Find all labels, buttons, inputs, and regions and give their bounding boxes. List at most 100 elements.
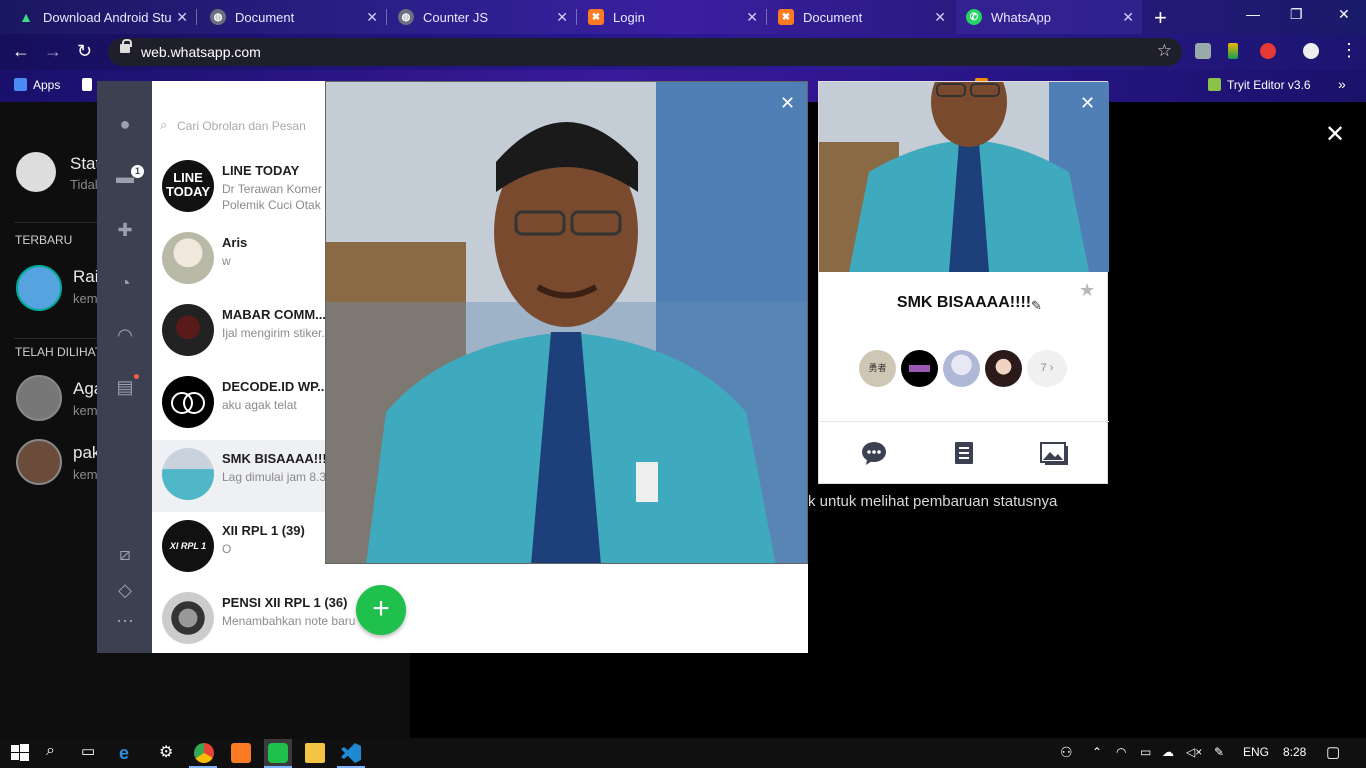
forward-icon[interactable]: →: [44, 41, 62, 62]
extension-icon[interactable]: [1228, 43, 1238, 59]
adblock-extension-icon[interactable]: [1260, 43, 1276, 59]
notification-dot: [134, 374, 139, 379]
camera-extension-icon[interactable]: [1195, 43, 1211, 59]
battery-icon[interactable]: ▭: [1140, 745, 1151, 759]
edge-icon[interactable]: e: [119, 743, 139, 763]
status-name[interactable]: Rai: [73, 267, 99, 287]
chat-name: PENSI XII RPL 1 (36): [222, 595, 348, 610]
recent-header: TERBARU: [15, 233, 73, 247]
wifi-icon[interactable]: ◠: [1116, 745, 1126, 759]
member-avatar[interactable]: [985, 350, 1022, 387]
xampp-icon[interactable]: [231, 743, 251, 763]
url-text[interactable]: web.whatsapp.com: [141, 44, 261, 60]
tab-close-icon[interactable]: ✕: [746, 9, 758, 26]
friends-icon[interactable]: ●: [115, 114, 135, 135]
notes-icon[interactable]: ▤: [115, 377, 135, 398]
profile-cover-photo[interactable]: [819, 82, 1109, 272]
windows-start-icon[interactable]: [10, 743, 30, 763]
bookmark-icon[interactable]: ◇: [115, 580, 135, 601]
more-members-button[interactable]: 7 ›: [1027, 350, 1067, 387]
address-bar: ← → ↻ web.whatsapp.com ☆ ⋮: [0, 34, 1366, 70]
tab-document-2[interactable]: ✖ Document ✕: [768, 0, 954, 34]
globe-icon: ◍: [210, 9, 226, 25]
profile-photo-viewer: [325, 81, 808, 564]
person-photo: [326, 82, 807, 563]
tab-close-icon[interactable]: ✕: [176, 9, 188, 26]
close-icon[interactable]: ✕: [1325, 120, 1345, 149]
new-chat-button[interactable]: +: [356, 585, 406, 635]
people-icon[interactable]: ⚇: [1060, 744, 1073, 761]
bookmark-label: Apps: [33, 78, 61, 92]
search-input[interactable]: Cari Obrolan dan Pesan: [177, 119, 306, 133]
settings-gear-icon[interactable]: ⚙: [159, 742, 173, 762]
screenshot-icon[interactable]: ⧄: [115, 544, 135, 565]
tab-login[interactable]: ✖ Login ✕: [578, 0, 766, 34]
menu-dots-icon[interactable]: ⋮: [1340, 40, 1358, 61]
pen-icon[interactable]: ✎: [1214, 745, 1224, 759]
notes-icon[interactable]: [951, 440, 977, 466]
chat-avatar: LINE TODAY: [162, 160, 214, 212]
member-logo-icon: [909, 365, 930, 372]
clock-time[interactable]: 8:28: [1283, 745, 1306, 759]
add-friend-icon[interactable]: ✚: [115, 220, 135, 241]
bookmark-flag[interactable]: [82, 78, 98, 92]
close-icon[interactable]: ✕: [780, 93, 795, 114]
notification-center-icon[interactable]: ▢: [1326, 743, 1340, 761]
task-view-icon[interactable]: ▭: [81, 742, 95, 760]
bookmark-tryit[interactable]: Tryit Editor v3.6: [1208, 78, 1311, 92]
member-avatar[interactable]: [901, 350, 938, 387]
album-icon[interactable]: [1039, 440, 1069, 466]
w3schools-icon: [1208, 78, 1221, 91]
vscode-icon[interactable]: [341, 743, 361, 763]
search-icon[interactable]: ⌕: [46, 742, 55, 760]
status-time: kem: [73, 291, 98, 306]
reload-icon[interactable]: ↻: [77, 41, 92, 62]
status-avatar[interactable]: [16, 265, 62, 311]
member-avatar[interactable]: [943, 350, 980, 387]
new-tab-button[interactable]: +: [1154, 5, 1167, 31]
bookmark-apps[interactable]: Apps: [14, 78, 60, 92]
more-icon[interactable]: ⋯: [115, 611, 135, 632]
tab-close-icon[interactable]: ✕: [556, 9, 568, 26]
tab-counter-js[interactable]: ◍ Counter JS ✕: [388, 0, 576, 34]
line-app-icon[interactable]: [268, 743, 288, 763]
chat-bubble-icon[interactable]: [861, 440, 887, 466]
my-status-sub: Tidal: [70, 177, 98, 192]
chat-name: DECODE.ID WP...: [222, 379, 328, 394]
tab-close-icon[interactable]: ✕: [934, 9, 946, 26]
tab-close-icon[interactable]: ✕: [1122, 9, 1134, 26]
chrome-icon[interactable]: [194, 743, 214, 763]
tab-close-icon[interactable]: ✕: [366, 9, 378, 26]
bookmarks-overflow[interactable]: »: [1338, 76, 1346, 92]
tab-android-studio[interactable]: ▲ Download Android Stu ✕: [8, 0, 196, 34]
unread-badge: 1: [131, 165, 144, 178]
more-members-count: 7: [1040, 362, 1047, 374]
profile-avatar-icon[interactable]: [1303, 43, 1319, 59]
apps-grid-icon: [14, 78, 27, 91]
status-avatar[interactable]: [16, 439, 62, 485]
edit-pencil-icon[interactable]: ✎: [1031, 298, 1042, 314]
line-call-icon[interactable]: ◠: [115, 325, 135, 346]
windows-taskbar: ⌕ ▭ e ⚙ ⚇ ⌃ ◠ ▭ ☁ ◁× ✎ ENG 8:28 ▢: [0, 738, 1366, 768]
file-explorer-icon[interactable]: [305, 743, 325, 763]
tab-document-1[interactable]: ◍ Document ✕: [200, 0, 386, 34]
person-photo: [819, 82, 1109, 272]
maximize-icon[interactable]: ❐: [1290, 6, 1303, 23]
volume-muted-icon[interactable]: ◁×: [1186, 745, 1202, 759]
back-icon[interactable]: ←: [12, 41, 30, 62]
clock-icon[interactable]: ◔: [115, 273, 135, 294]
status-avatar[interactable]: [16, 375, 62, 421]
tab-whatsapp[interactable]: ✆ WhatsApp ✕: [956, 0, 1142, 34]
bookmark-star-icon[interactable]: ☆: [1157, 41, 1172, 61]
close-icon[interactable]: ✕: [1080, 93, 1095, 114]
member-avatar[interactable]: 勇者: [859, 350, 896, 387]
window-close-icon[interactable]: ✕: [1338, 6, 1350, 23]
chevron-up-icon[interactable]: ⌃: [1092, 745, 1102, 759]
onedrive-icon[interactable]: ☁: [1162, 745, 1174, 759]
omnibox[interactable]: web.whatsapp.com ☆: [108, 38, 1182, 66]
bookmark-label: Tryit Editor v3.6: [1227, 78, 1311, 92]
chat-avatar: [162, 304, 214, 356]
language-indicator[interactable]: ENG: [1243, 745, 1269, 759]
my-status-avatar[interactable]: [16, 152, 56, 192]
minimize-icon[interactable]: —: [1246, 6, 1260, 22]
